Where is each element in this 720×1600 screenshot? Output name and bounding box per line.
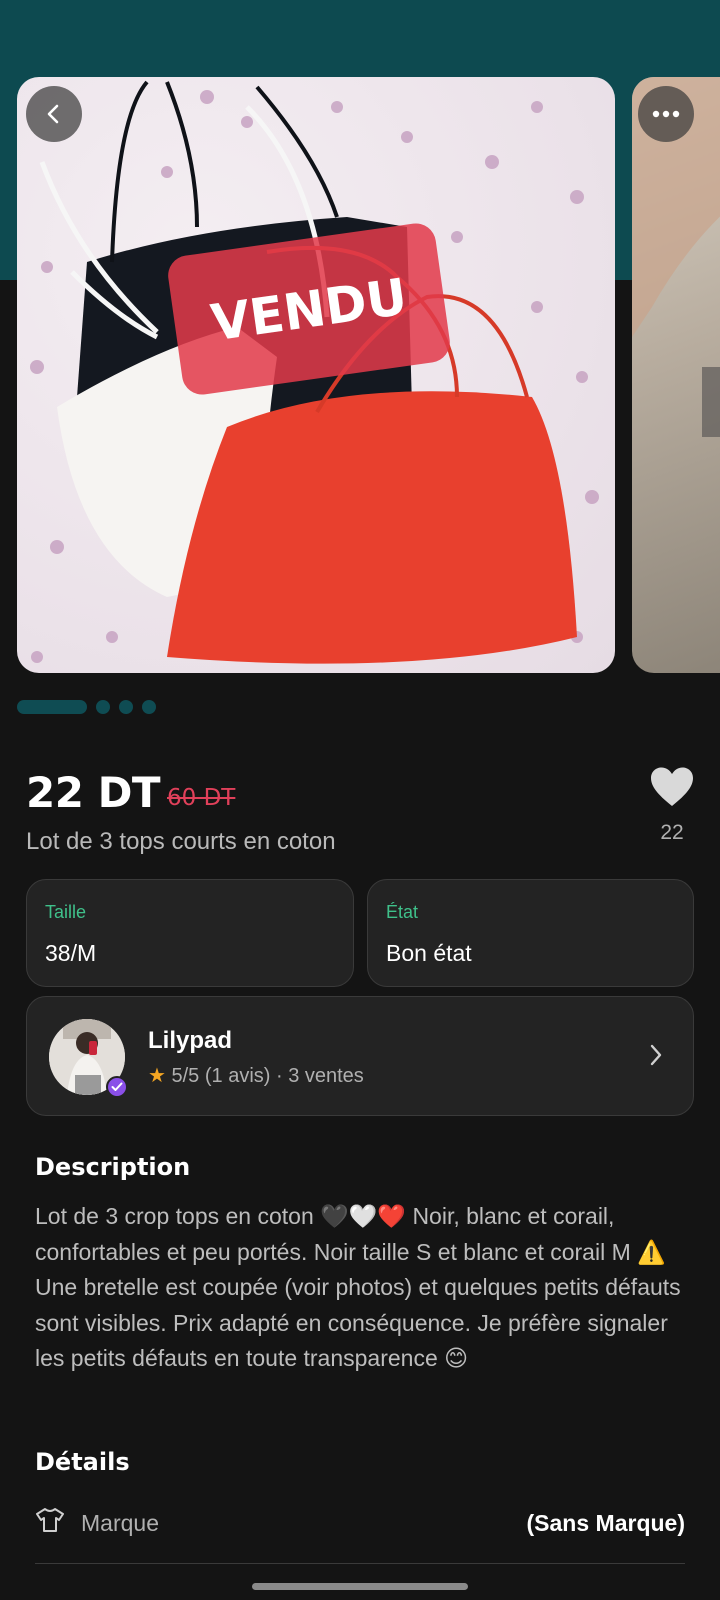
price: 22 DT (26, 768, 161, 817)
chevron-left-icon (47, 104, 59, 124)
seller-rating: ★ 5/5 (1 avis) · 3 ventes (148, 1063, 364, 1088)
product-photo-illustration: VENDU (30, 80, 599, 664)
detail-row-brand: Marque (Sans Marque) (35, 1506, 685, 1564)
size-value: 38/M (45, 940, 97, 966)
condition-card: État Bon état (367, 879, 694, 987)
home-indicator[interactable] (252, 1583, 468, 1590)
brand-label: Marque (81, 1510, 159, 1536)
likes-count: 22 (660, 821, 684, 844)
product-photo[interactable]: VENDU (17, 77, 615, 673)
size-card: Taille 38/M (26, 879, 354, 987)
details-heading: Détails (35, 1448, 130, 1476)
seller-card[interactable]: Lilypad ★ 5/5 (1 avis) · 3 ventes (26, 996, 694, 1116)
product-title: Lot de 3 tops courts en coton (26, 828, 336, 855)
gallery-pagination (17, 700, 156, 714)
condition-value: Bon état (386, 940, 472, 966)
red-top (167, 391, 577, 664)
heart-icon (651, 767, 693, 806)
seller-rating-text: 5/5 (1 avis) · 3 ventes (171, 1065, 364, 1087)
chevron-right-icon (650, 1044, 662, 1066)
verified-badge-icon (106, 1076, 128, 1098)
next-photo-illustration (632, 77, 720, 437)
star-icon: ★ (148, 1065, 166, 1087)
original-price: 60 DT (167, 785, 236, 811)
favorite-button[interactable] (648, 766, 696, 813)
tshirt-icon (36, 1508, 64, 1532)
size-label: Taille (45, 902, 87, 922)
more-options-button[interactable] (638, 86, 694, 142)
brand-value: (Sans Marque) (526, 1510, 685, 1536)
seller-name: Lilypad (148, 1027, 233, 1054)
pagination-dot[interactable] (142, 700, 156, 714)
check-icon (111, 1082, 123, 1091)
next-product-photo[interactable] (632, 77, 720, 673)
back-button[interactable] (26, 86, 82, 142)
condition-label: État (386, 902, 419, 922)
description-heading: Description (35, 1153, 191, 1181)
pagination-dot[interactable] (119, 700, 133, 714)
more-dots-icon (652, 110, 680, 118)
pagination-dot-active[interactable] (17, 700, 87, 714)
pagination-dot[interactable] (96, 700, 110, 714)
description-text: Lot de 3 crop tops en coton 🖤🤍❤️ Noir, b… (35, 1203, 681, 1371)
